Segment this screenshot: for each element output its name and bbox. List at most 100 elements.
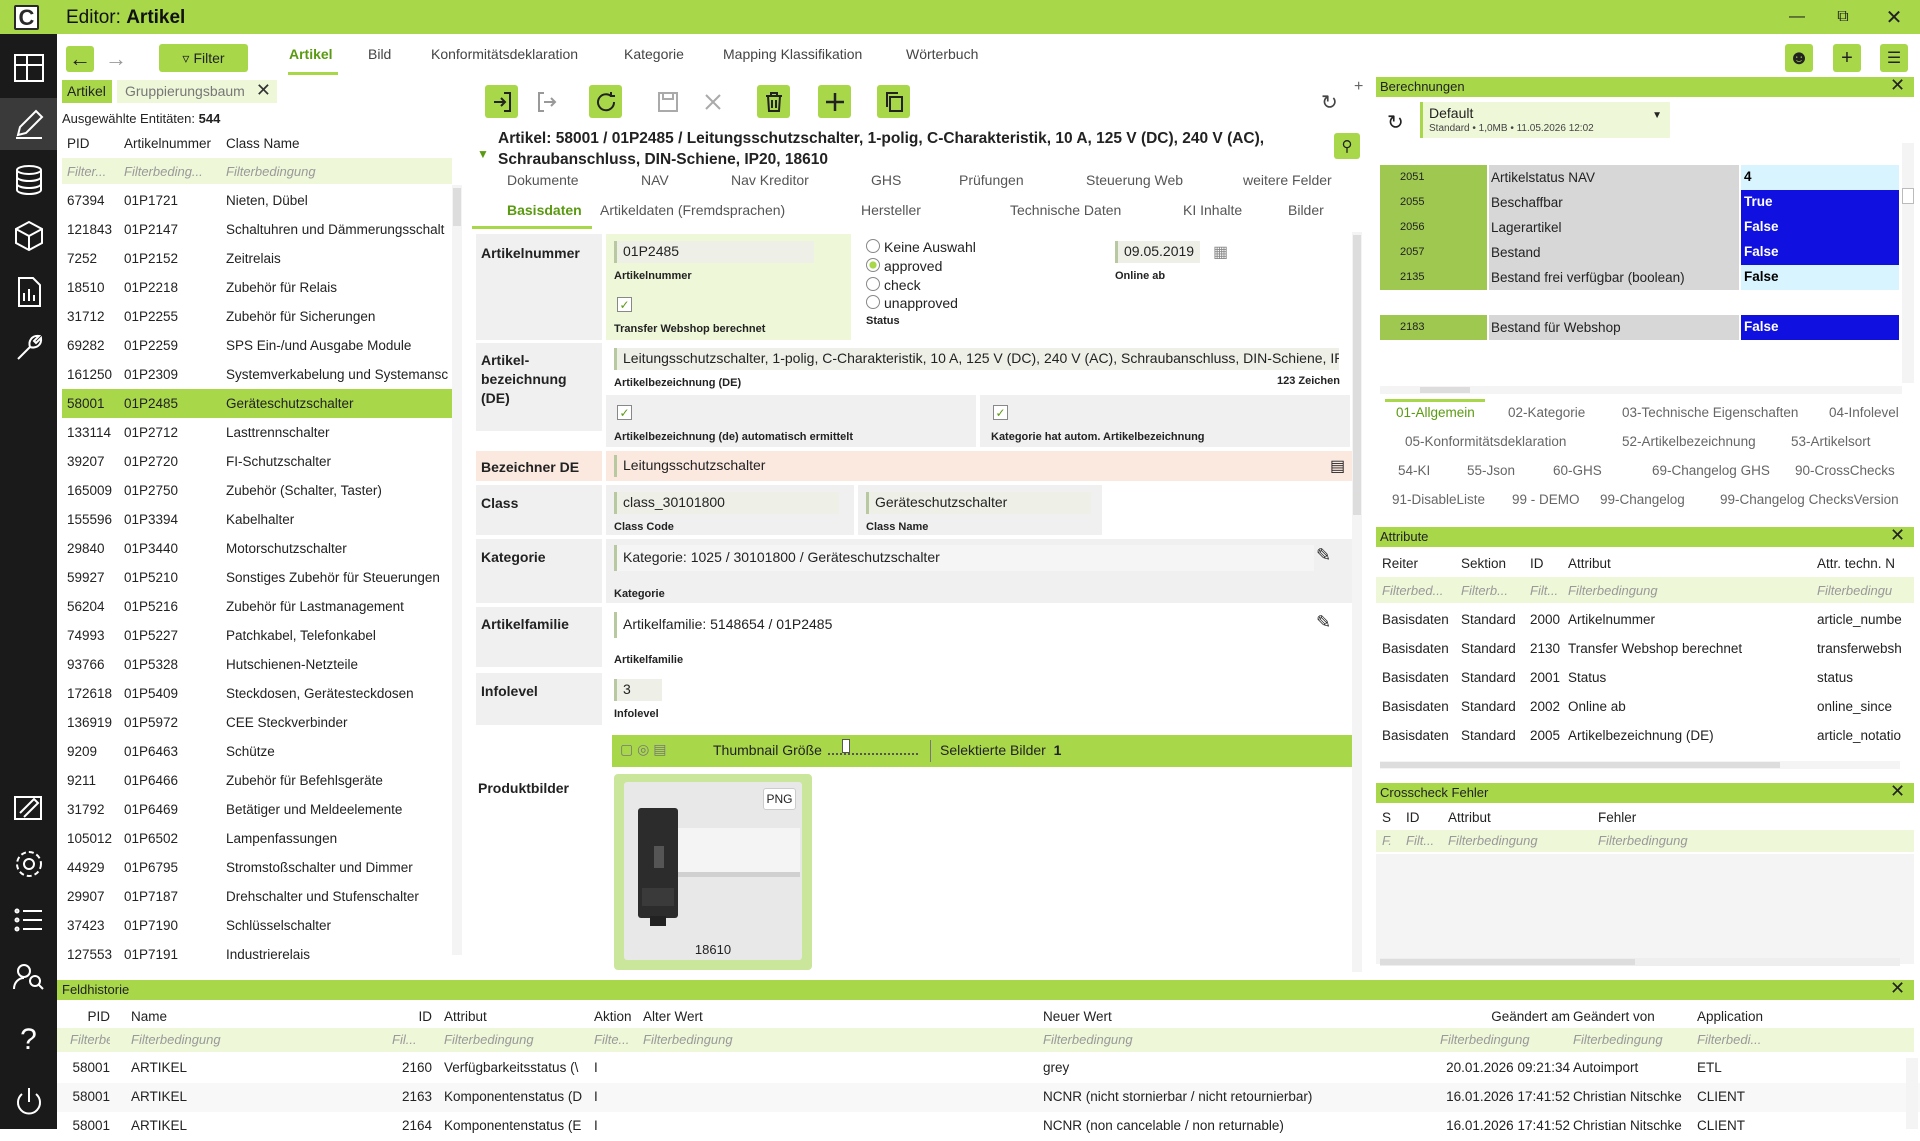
tab-nav-kreditor[interactable]: Nav Kreditor: [731, 172, 809, 188]
online-ab-input[interactable]: 09.05.2019: [1115, 241, 1200, 263]
hist-filter[interactable]: Fil...: [392, 1032, 432, 1047]
tab-pruefungen[interactable]: Prüfungen: [959, 172, 1024, 188]
table-row[interactable]: 9209 01P6463 Schütze: [62, 737, 452, 766]
tab-weitere-felder[interactable]: weitere Felder: [1243, 172, 1332, 188]
table-row[interactable]: 37423 01P7190 Schlüsselschalter: [62, 911, 452, 940]
thumbnail-size-slider[interactable]: [828, 739, 918, 755]
edit-kategorie-icon[interactable]: ✎: [1316, 545, 1331, 566]
hist-filter[interactable]: Filterbedingung: [444, 1032, 584, 1047]
filter-artikelnummer[interactable]: Filterbeding...: [124, 164, 203, 179]
category-tab[interactable]: 91-DisableListe: [1392, 492, 1485, 507]
hist-filter[interactable]: Filterbe...: [70, 1032, 110, 1047]
tab-bilder[interactable]: Bilder: [1288, 202, 1324, 218]
reload-icon[interactable]: ↻: [1321, 90, 1338, 115]
table-row[interactable]: 18510 01P2218 Zubehör für Relais: [62, 273, 452, 302]
kategorie-input[interactable]: Kategorie: 1025 / 30101800 / Geräteschut…: [614, 545, 1314, 571]
table-row[interactable]: 9211 01P6466 Zubehör für Befehlsgeräte: [62, 766, 452, 795]
calc-row[interactable]: 2055 Beschaffbar True: [1380, 190, 1900, 215]
cancel-button[interactable]: [696, 85, 729, 118]
tab-hersteller[interactable]: Hersteller: [861, 202, 921, 218]
table-row[interactable]: 58001 ARTIKEL 2160 Verfügbarkeitsstatus (\ I…: [57, 1054, 1920, 1083]
table-row[interactable]: 67394 01P1721 Nieten, Dübel: [62, 186, 452, 215]
image-tool-icons[interactable]: ▢ ◎ ▤: [620, 741, 666, 758]
add-icon[interactable]: +: [1833, 44, 1861, 72]
table-row[interactable]: 74993 01P5227 Patchkabel, Telefonkabel: [62, 621, 452, 650]
attr-filter[interactable]: Filterbed...: [1382, 583, 1443, 598]
table-row[interactable]: Basisdaten Standard 2002 Online ab online_si…: [1376, 693, 1902, 722]
hist-col[interactable]: Geändert von: [1573, 1009, 1693, 1024]
familie-input[interactable]: Artikelfamilie: 5148654 / 01P2485: [614, 612, 1314, 638]
filter-button[interactable]: ▿ Filter: [159, 44, 248, 72]
tab-basisdaten[interactable]: Basisdaten: [507, 202, 582, 218]
filter-id[interactable]: Filt...: [1406, 833, 1434, 848]
artikelnummer-input[interactable]: 01P2485: [614, 241, 814, 263]
hist-col[interactable]: Aktion: [594, 1009, 634, 1024]
hist-col[interactable]: Alter Wert: [643, 1009, 1033, 1024]
close-icon[interactable]: ✕: [1874, 4, 1914, 30]
category-tab[interactable]: 03-Technische Eigenschaften: [1622, 405, 1798, 420]
table-row[interactable]: Basisdaten Standard 2000 Artikelnummer artic…: [1376, 606, 1902, 635]
category-tab[interactable]: 05-Konformitätsdeklaration: [1405, 434, 1566, 449]
checklist-icon[interactable]: ☰: [1880, 44, 1908, 72]
logout-button[interactable]: [530, 85, 563, 118]
category-tab[interactable]: 01-Allgemein: [1396, 405, 1475, 420]
table-row[interactable]: Basisdaten Standard 2001 Status status: [1376, 664, 1902, 693]
class-name-input[interactable]: Geräteschutzschalter: [866, 492, 1091, 514]
category-tab[interactable]: 55-Json: [1467, 463, 1515, 478]
tab-nav[interactable]: NAV: [641, 172, 669, 188]
login-button[interactable]: [485, 85, 518, 118]
user-admin-icon[interactable]: ☻: [1785, 44, 1813, 72]
col-artikelnummer[interactable]: Artikelnummer: [124, 136, 211, 151]
table-row[interactable]: 44929 01P6795 Stromstoßschalter und Dimmer: [62, 853, 452, 882]
table-row[interactable]: 58001 ARTIKEL 2163 Komponentenstatus (D I NCN…: [57, 1083, 1920, 1112]
edit-familie-icon[interactable]: ✎: [1316, 612, 1331, 633]
table-row[interactable]: 127553 01P7191 Industrierelais: [62, 940, 452, 969]
minimize-icon[interactable]: —: [1777, 4, 1817, 30]
class-code-input[interactable]: class_30101800: [614, 492, 839, 514]
save-button[interactable]: [651, 85, 684, 118]
tab-ghs[interactable]: GHS: [871, 172, 901, 188]
tab-ki-inhalte[interactable]: KI Inhalte: [1183, 202, 1242, 218]
table-row[interactable]: 58001 01P2485 Geräteschutzschalter: [62, 389, 452, 418]
hist-col[interactable]: Neuer Wert: [1043, 1009, 1433, 1024]
close-calc-icon[interactable]: ✕: [1890, 75, 1905, 96]
power-icon[interactable]: [0, 1076, 57, 1128]
tab-konformitaetsdeklaration[interactable]: Konformitätsdeklaration: [431, 46, 578, 62]
bezeichner-input[interactable]: Leitungsschutzschalter: [614, 455, 1314, 477]
calc-row[interactable]: 2051 Artikelstatus NAV 4: [1380, 165, 1900, 190]
transfer-webshop-checkbox[interactable]: ✓: [617, 297, 632, 312]
forward-button[interactable]: →: [102, 46, 130, 72]
filter-pid[interactable]: Filter...: [67, 164, 106, 179]
attr-col[interactable]: ID: [1530, 556, 1544, 571]
hist-filter[interactable]: Filte...: [594, 1032, 634, 1047]
category-tab[interactable]: 53-Artikelsort: [1791, 434, 1871, 449]
crosscheck-hscroll[interactable]: [1380, 958, 1900, 966]
filter-class-name[interactable]: Filterbedingung: [226, 164, 316, 179]
table-row[interactable]: 105012 01P6502 Lampenfassungen: [62, 824, 452, 853]
tab-bild[interactable]: Bild: [368, 46, 391, 62]
status-radio-check[interactable]: [866, 277, 880, 291]
calc-refresh-icon[interactable]: ↻: [1387, 110, 1404, 135]
add-button[interactable]: [818, 85, 851, 118]
attr-filter[interactable]: Filterb...: [1461, 583, 1508, 598]
cube-icon[interactable]: [0, 210, 57, 262]
feldhistorie-vscroll[interactable]: [1906, 1058, 1918, 1129]
status-radio-approved[interactable]: [866, 258, 880, 272]
status-radio-keine[interactable]: [866, 239, 880, 253]
calendar-icon[interactable]: ▦: [1213, 242, 1228, 262]
hist-filter[interactable]: Filterbedi...: [1697, 1032, 1777, 1047]
hist-col[interactable]: Application: [1697, 1009, 1777, 1024]
table-row[interactable]: 136919 01P5972 CEE Steckverbinder: [62, 708, 452, 737]
calc-hscroll[interactable]: [1380, 386, 1902, 394]
collapse-icon[interactable]: ▼: [477, 147, 489, 161]
search-icon[interactable]: ⚲: [1334, 133, 1360, 159]
hist-col[interactable]: ID: [392, 1009, 433, 1024]
close-feldhistorie-icon[interactable]: ✕: [1890, 978, 1905, 999]
category-tab[interactable]: 99 - DEMO: [1512, 492, 1580, 507]
tab-steuerung-web[interactable]: Steuerung Web: [1086, 172, 1183, 188]
table-row[interactable]: 133114 01P2712 Lasttrennschalter: [62, 418, 452, 447]
category-tab[interactable]: 99-Changelog ChecksVersion: [1720, 492, 1899, 507]
wrench-icon[interactable]: [0, 322, 57, 374]
attr-filter[interactable]: Filterbedingu: [1817, 583, 1909, 598]
database-icon[interactable]: [0, 154, 57, 206]
